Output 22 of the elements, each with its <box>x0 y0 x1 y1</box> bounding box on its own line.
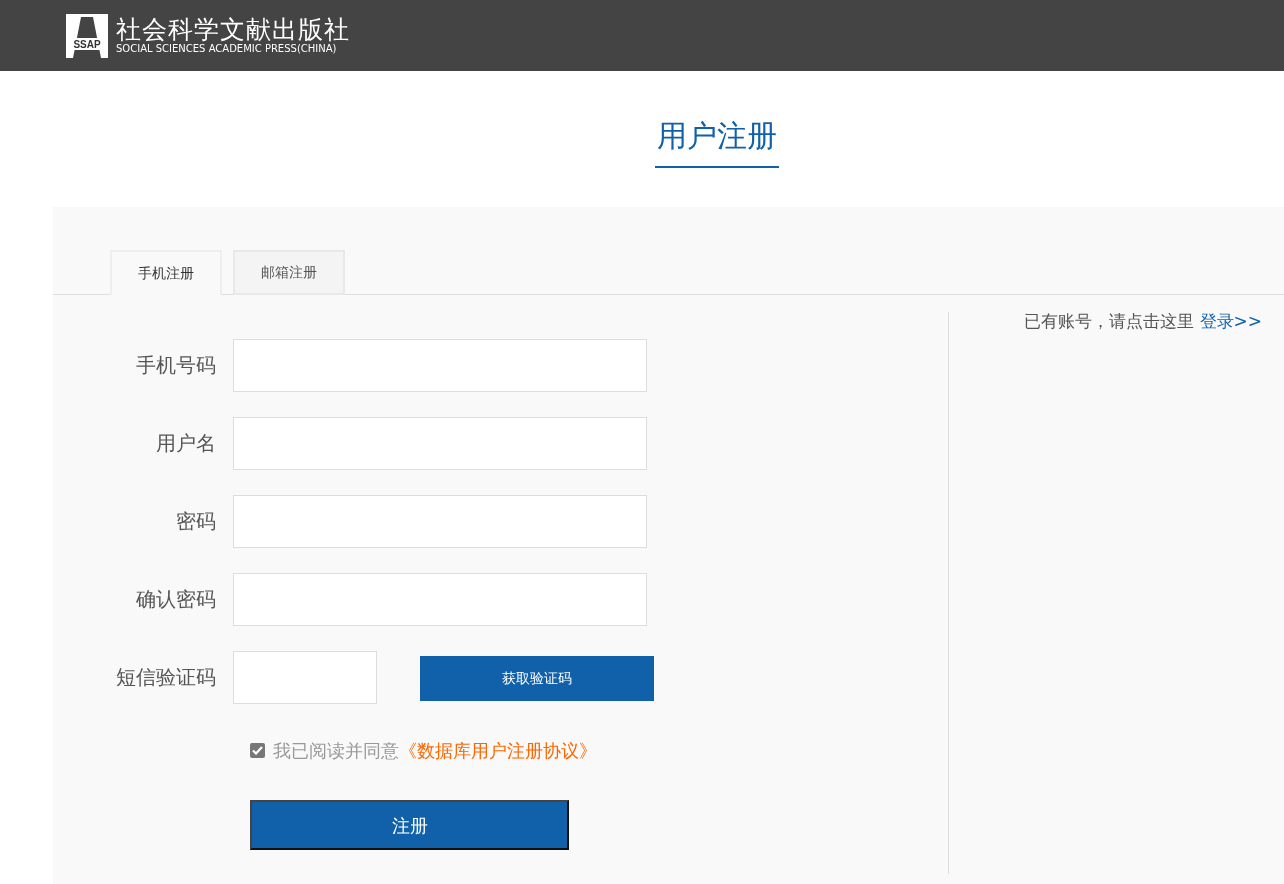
input-field[interactable] <box>233 417 647 470</box>
field-label: 密码 <box>175 508 217 535</box>
logo-icon: SSAP <box>66 13 108 58</box>
checkbox[interactable] <box>250 743 265 758</box>
login-link[interactable]: 登录>> <box>1199 311 1262 331</box>
input-field[interactable] <box>233 573 647 626</box>
agreement-text: 我已阅读并同意《数据库用户注册协议》 <box>273 739 597 763</box>
page-title: 用户注册 <box>655 113 779 168</box>
input-field[interactable] <box>233 495 647 548</box>
get-code-button[interactable]: 获取验证码 <box>420 656 654 701</box>
tab[interactable]: 邮箱注册 <box>233 250 345 295</box>
site-name-english: SOCIAL SCIENCES ACADEMIC PRESS(CHINA) <box>116 43 338 56</box>
register-button[interactable]: 注册 <box>250 800 569 850</box>
field-label: 手机号码 <box>135 352 217 379</box>
field-label: 用户名 <box>155 430 217 457</box>
input-field[interactable] <box>233 651 377 704</box>
input-field[interactable] <box>233 339 647 392</box>
tab[interactable]: 手机注册 <box>110 250 222 296</box>
site-name: 社会科学文献出版社 <box>116 15 350 44</box>
login-prompt: 已有账号，请点击这里 登录>> <box>1024 311 1262 331</box>
field-label: 短信验证码 <box>115 664 217 691</box>
field-label: 确认密码 <box>135 586 217 613</box>
